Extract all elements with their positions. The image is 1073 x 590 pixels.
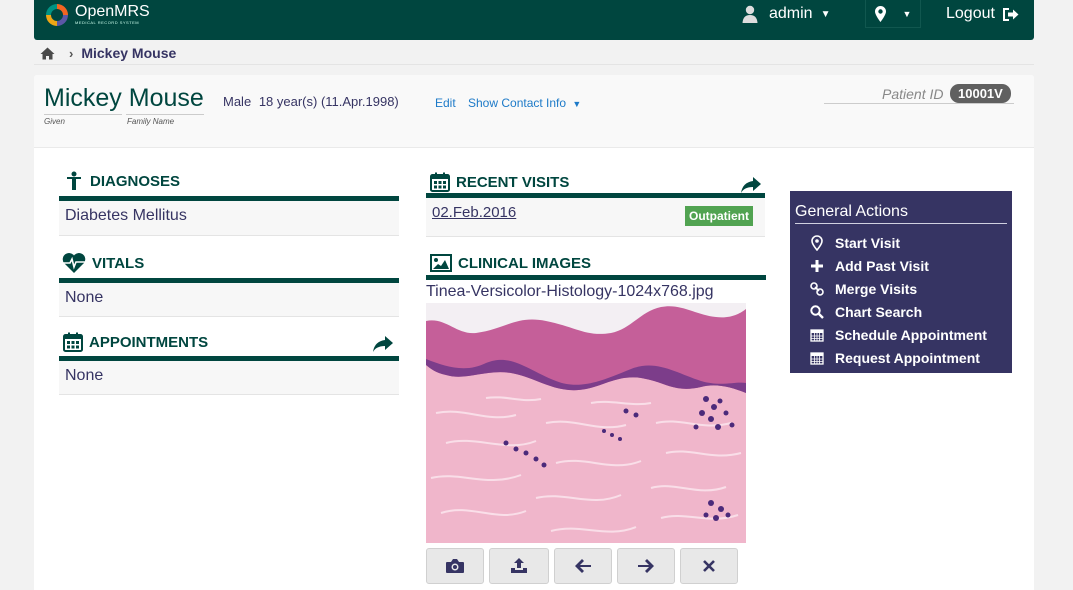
upload-icon [511,558,527,573]
appointments-title: APPOINTMENTS [89,333,209,351]
location-menu[interactable]: ▼ [865,0,921,28]
app-title: OpenMRS [75,3,150,20]
arrow-left-icon [575,559,591,573]
visit-type-badge: Outpatient [685,206,753,226]
patient-gender: Male [223,94,252,109]
clinical-images-title: CLINICAL IMAGES [458,254,592,272]
app-subtitle: MEDICAL RECORD SYSTEM [75,20,140,25]
merge-visits-action[interactable]: Merge Visits [810,277,987,300]
share-icon[interactable] [372,335,394,353]
breadcrumb-divider [34,64,1034,65]
clinical-images-header: CLINICAL IMAGES [430,254,591,272]
given-caption: Given [44,117,65,126]
recent-visits-title: RECENT VISITS [456,173,570,191]
image-toolbar [426,548,743,584]
top-navbar: OpenMRS MEDICAL RECORD SYSTEM admin ▼ ▼ … [34,0,1034,40]
patient-family-name: Mouse [128,84,204,112]
breadcrumb: › Mickey Mouse [40,42,176,64]
request-appointment-label: Request Appointment [835,349,980,366]
chevron-down-icon: ▼ [820,8,831,20]
calendar-icon [810,328,824,342]
user-icon [742,5,758,23]
appointments-header: APPOINTMENTS [63,332,208,352]
patient-header: Mickey Mouse Given Family Name Male 18 y… [34,75,1034,148]
show-contact-info-link[interactable]: Show Contact Info ▼ [468,96,581,110]
given-name-underline [44,114,122,115]
add-past-visit-action[interactable]: Add Past Visit [810,254,987,277]
diagnoses-content: Diabetes Mellitus [59,201,399,236]
patient-dashboard: Mickey Mouse Given Family Name Male 18 y… [34,75,1034,590]
clinical-images-underline [426,275,766,280]
schedule-appointment-label: Schedule Appointment [835,326,987,343]
start-visit-action[interactable]: Start Visit [810,231,987,254]
recent-visits-header: RECENT VISITS [430,172,569,192]
home-icon[interactable] [40,47,55,60]
patient-demographics: Male 18 year(s) (11.Apr.1998) [223,94,399,109]
next-image-button[interactable] [617,548,675,584]
patient-given-name: Mickey [44,84,122,112]
patient-name: Mickey Mouse [44,84,204,113]
patient-id-underline [824,103,1014,104]
visit-date-link[interactable]: 02.Feb.2016 [432,204,516,221]
logout-button[interactable]: Logout [946,0,1019,28]
general-actions-list: Start Visit Add Past Visit Merge Visits [810,231,987,369]
map-marker-icon [811,234,823,251]
calendar-icon [430,172,450,192]
family-name-underline [126,114,204,115]
appointments-content: None [59,361,399,395]
merge-visits-label: Merge Visits [835,280,918,297]
vitals-header: VITALS [62,252,144,274]
heartbeat-icon [62,253,86,273]
request-appointment-action[interactable]: Request Appointment [810,346,987,369]
close-icon [703,560,715,572]
diagnoses-header: DIAGNOSES [64,171,180,191]
general-actions-title: General Actions [795,203,908,220]
openmrs-logo-icon [46,4,68,26]
general-actions-divider [795,223,1007,224]
upload-button[interactable] [489,548,549,584]
user-name: admin [769,5,813,22]
calendar-icon [63,332,83,352]
vitals-content: None [59,283,399,317]
openmrs-logo[interactable]: OpenMRS MEDICAL RECORD SYSTEM [44,2,150,28]
diagnosis-icon [67,171,81,190]
user-menu[interactable]: admin ▼ [742,0,830,28]
plus-icon [811,259,823,272]
search-icon [810,304,824,319]
image-icon [430,254,452,272]
schedule-appointment-action[interactable]: Schedule Appointment [810,323,987,346]
map-marker-icon [874,5,886,22]
chart-search-label: Chart Search [835,303,923,320]
breadcrumb-patient: Mickey Mouse [81,45,177,61]
caret-down-icon: ▼ [572,99,582,109]
family-caption: Family Name [127,117,175,126]
arrow-right-icon [638,559,654,573]
patient-age-birthdate: 18 year(s) (11.Apr.1998) [258,94,399,109]
show-contact-info-label: Show Contact Info [468,96,567,110]
link-icon [810,281,824,296]
clinical-image-filename: Tinea-Versicolor-Histology-1024x768.jpg [426,283,714,300]
clinical-image[interactable] [426,303,746,543]
logout-label: Logout [946,5,995,22]
patient-id-label: Patient ID [882,86,944,102]
vitals-title: VITALS [92,254,145,272]
chevron-down-icon: ▼ [902,8,912,19]
camera-icon [446,559,464,573]
general-actions-panel: General Actions Start Visit Add Past Vis… [790,191,1012,373]
patient-id-badge: 10001V [950,84,1011,103]
chart-search-action[interactable]: Chart Search [810,300,987,323]
edit-patient-link[interactable]: Edit [435,96,456,110]
start-visit-label: Start Visit [835,234,901,251]
calendar-icon [810,351,824,365]
share-icon[interactable] [740,176,762,194]
add-past-visit-label: Add Past Visit [835,257,929,274]
previous-image-button[interactable] [554,548,612,584]
diagnoses-title: DIAGNOSES [90,172,181,190]
delete-image-button[interactable] [680,548,738,584]
chevron-right-icon: › [69,45,74,61]
sign-out-icon [1002,7,1019,21]
camera-button[interactable] [426,548,484,584]
